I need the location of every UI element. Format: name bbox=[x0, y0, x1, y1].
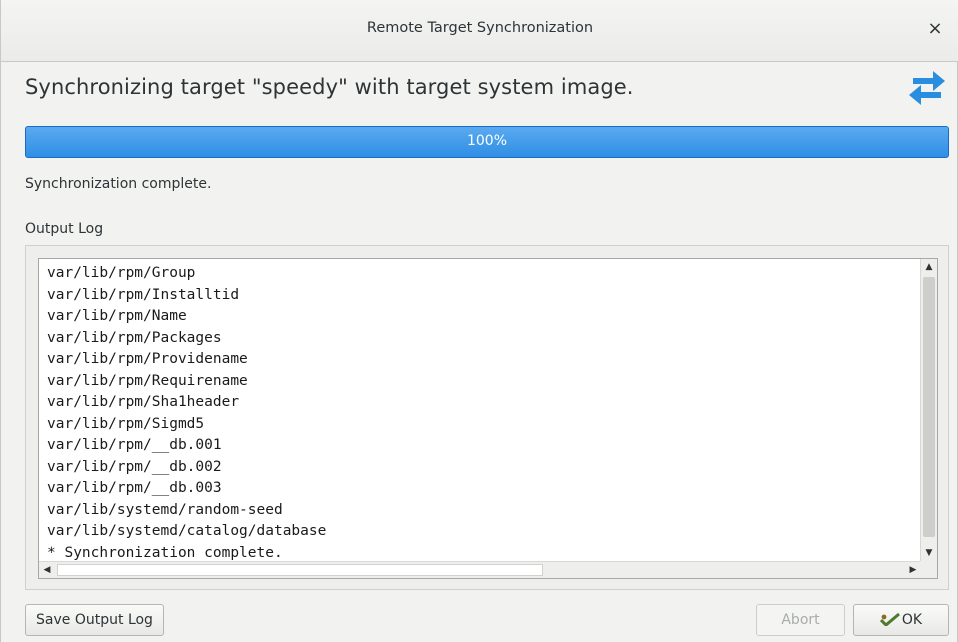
horizontal-scrollbar[interactable]: ◀ ▶ bbox=[39, 561, 921, 578]
title-bar: Remote Target Synchronization × bbox=[1, 0, 958, 62]
output-log-textarea[interactable]: var/lib/rpm/Group var/lib/rpm/Installtid v… bbox=[38, 258, 938, 579]
ok-button-label: OK bbox=[901, 612, 923, 628]
ok-checkmark-icon bbox=[879, 612, 900, 626]
sync-arrows-icon bbox=[909, 71, 945, 105]
log-line: var/lib/rpm/Sigmd5 bbox=[47, 415, 205, 432]
scroll-left-icon[interactable]: ◀ bbox=[39, 562, 55, 578]
progress-bar: 100% bbox=[25, 126, 949, 158]
scroll-down-icon[interactable]: ▼ bbox=[921, 545, 937, 561]
scrollbar-corner bbox=[920, 561, 937, 578]
output-log-label: Output Log bbox=[25, 221, 104, 237]
output-log-content: var/lib/rpm/Group var/lib/rpm/Installtid v… bbox=[47, 263, 907, 564]
log-line: var/lib/rpm/__db.001 bbox=[47, 437, 222, 453]
log-line: var/lib/rpm/Installtid bbox=[47, 286, 240, 303]
progress-label: 100% bbox=[466, 133, 508, 149]
log-line: var/lib/rpm/Sha1header bbox=[47, 394, 240, 410]
window-title: Remote Target Synchronization bbox=[366, 20, 594, 36]
sync-heading: Synchronizing target "speedy" with targe… bbox=[25, 75, 634, 99]
sync-dialog: Remote Target Synchronization × Synchron… bbox=[0, 0, 958, 642]
ok-button[interactable]: OK bbox=[853, 604, 949, 636]
log-line: var/lib/rpm/Providename bbox=[47, 351, 248, 367]
log-line: var/lib/rpm/__db.002 bbox=[47, 458, 222, 475]
log-line: var/lib/systemd/random-seed bbox=[47, 501, 283, 518]
log-line: var/lib/rpm/Group bbox=[47, 265, 196, 281]
output-log-frame: var/lib/rpm/Group var/lib/rpm/Installtid v… bbox=[25, 245, 949, 590]
status-text: Synchronization complete. bbox=[25, 176, 212, 192]
scroll-right-icon[interactable]: ▶ bbox=[905, 562, 921, 578]
save-output-log-button[interactable]: Save Output Log bbox=[25, 604, 164, 636]
abort-button[interactable]: Abort bbox=[756, 604, 845, 636]
horizontal-scroll-thumb[interactable] bbox=[57, 564, 543, 576]
log-line: var/lib/rpm/Name bbox=[47, 308, 187, 324]
log-line: var/lib/rpm/__db.003 bbox=[47, 480, 222, 496]
log-line: var/lib/rpm/Requirename bbox=[47, 372, 248, 389]
log-line: var/lib/systemd/catalog/database bbox=[47, 523, 327, 539]
vertical-scrollbar[interactable]: ▲ ▼ bbox=[920, 259, 937, 561]
close-icon[interactable]: × bbox=[923, 17, 947, 41]
scroll-up-icon[interactable]: ▲ bbox=[921, 259, 937, 275]
vertical-scroll-thumb[interactable] bbox=[923, 277, 935, 537]
log-line: var/lib/rpm/Packages bbox=[47, 329, 222, 346]
